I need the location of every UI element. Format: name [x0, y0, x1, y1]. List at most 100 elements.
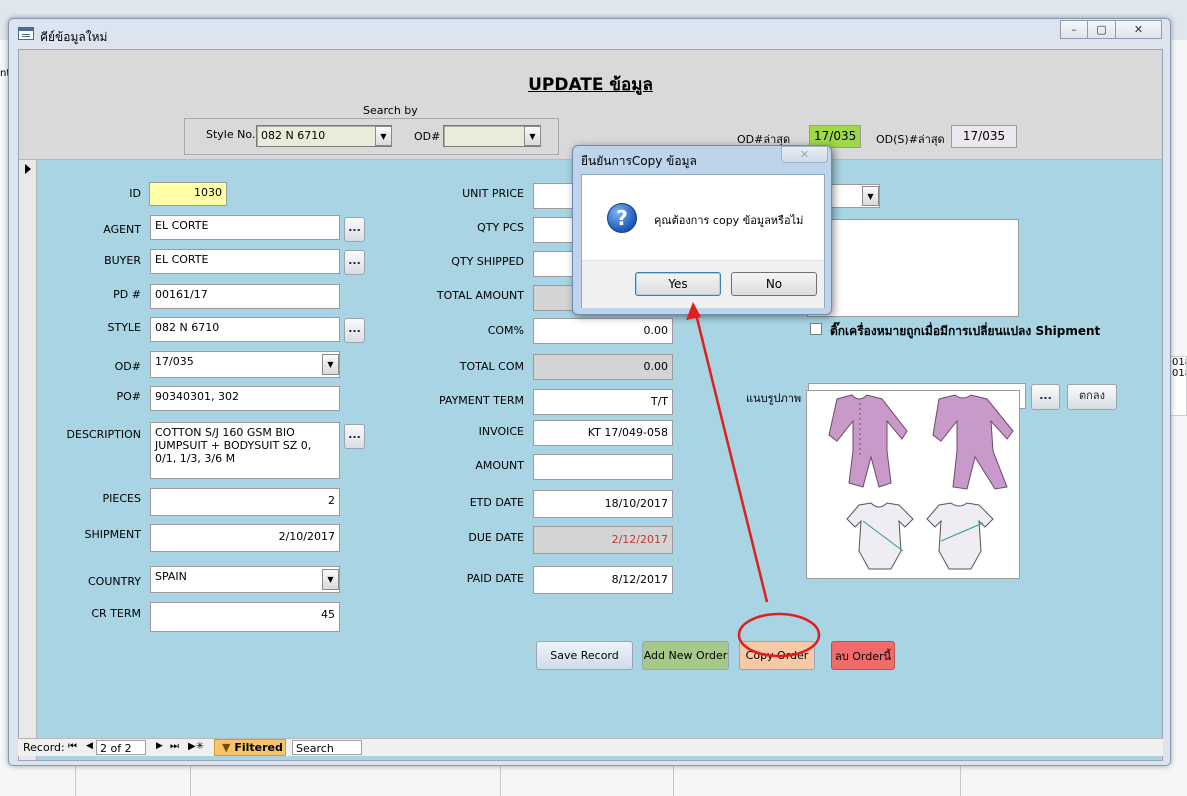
qty-pcs-label: QTY PCS: [477, 221, 524, 234]
od-combobox[interactable]: 17/035: [150, 351, 340, 378]
buyer-browse-button[interactable]: ...: [344, 250, 365, 275]
copy-order-button[interactable]: Copy Order: [739, 641, 815, 670]
description-line: 0/1, 1/3, 3/6 M: [155, 452, 236, 465]
record-label: Record:: [23, 741, 65, 754]
com-field[interactable]: 0.00: [533, 318, 673, 344]
remark-field[interactable]: [807, 219, 1019, 317]
country-value: SPAIN: [155, 570, 187, 583]
qty-shipped-label: QTY SHIPPED: [451, 255, 524, 268]
yes-button[interactable]: Yes: [635, 272, 721, 296]
record-position-field[interactable]: 2 of 2: [96, 740, 146, 755]
background-side-item: 018: [1172, 357, 1186, 368]
garment-image-graphic: [828, 394, 1014, 570]
pieces-field[interactable]: 2: [150, 488, 340, 516]
close-icon[interactable]: ✕: [1116, 20, 1162, 39]
attach-ok-button[interactable]: ตกลง: [1067, 384, 1117, 410]
description-label: DESCRIPTION: [66, 428, 141, 441]
total-amount-label: TOTAL AMOUNT: [436, 289, 524, 302]
chevron-down-icon[interactable]: ▼: [322, 569, 339, 590]
country-combobox[interactable]: SPAIN: [150, 566, 340, 593]
description-field[interactable]: COTTON S/J 160 GSM BIO JUMPSUIT + BODYSU…: [150, 422, 340, 479]
add-new-order-button[interactable]: Add New Order: [642, 641, 729, 670]
description-browse-button[interactable]: ...: [344, 424, 365, 449]
buyer-label: BUYER: [104, 254, 141, 267]
shipment-field[interactable]: 2/10/2017: [150, 524, 340, 552]
record-selector[interactable]: [19, 160, 37, 760]
chevron-down-icon[interactable]: ▼: [862, 186, 879, 206]
new-record-icon[interactable]: ▶✳: [188, 741, 204, 752]
unit-price-label: UNIT PRICE: [462, 187, 524, 200]
id-label: ID: [129, 187, 141, 200]
attach-browse-button[interactable]: ...: [1031, 384, 1060, 410]
first-record-icon[interactable]: ⏮: [68, 741, 77, 752]
chevron-down-icon[interactable]: ▼: [322, 354, 339, 375]
window-controls: – ▢ ✕: [1060, 20, 1162, 39]
background-side-item: 018: [1172, 368, 1186, 379]
paid-date-label: PAID DATE: [466, 572, 524, 585]
shipment-change-checkbox[interactable]: [810, 323, 822, 335]
minimize-icon[interactable]: –: [1060, 20, 1088, 39]
background-left-text: nt: [0, 68, 8, 79]
invoice-label: INVOICE: [478, 425, 524, 438]
chevron-down-icon[interactable]: ▼: [375, 126, 392, 146]
due-date-label: DUE DATE: [468, 531, 524, 544]
form-window: คีย์ข้อมูลใหม่ – ▢ ✕ UPDATE ข้อมูล Searc…: [8, 18, 1171, 766]
style-no-value: 082 N 6710: [261, 129, 326, 142]
maximize-icon[interactable]: ▢: [1088, 20, 1116, 39]
pd-label: PD #: [113, 288, 141, 301]
next-record-icon[interactable]: ▶: [156, 741, 163, 751]
description-line: COTTON S/J 160 GSM BIO: [155, 426, 295, 439]
com-label: COM%: [487, 324, 524, 337]
etd-date-label: ETD DATE: [469, 496, 524, 509]
agent-browse-button[interactable]: ...: [344, 217, 365, 242]
form-window-icon: [18, 27, 34, 40]
po-field[interactable]: 90340301, 302: [150, 386, 340, 411]
id-field[interactable]: 1030: [149, 182, 227, 206]
style-field[interactable]: 082 N 6710: [150, 317, 340, 342]
style-label: STYLE: [107, 321, 142, 334]
dialog-body: ? คุณต้องการ copy ข้อมูลหรือไม่ Yes No: [581, 174, 825, 308]
no-button[interactable]: No: [731, 272, 817, 296]
total-com-label: TOTAL COM: [459, 360, 524, 373]
record-navigation: Record: ⏮ ◀ 2 of 2 ▶ ⏭ ▶✳ ▼ Filtered Sea…: [18, 738, 1163, 756]
delete-order-button[interactable]: ลบ Orderนี้: [831, 641, 895, 670]
amount-field[interactable]: [533, 454, 673, 480]
pd-field[interactable]: 00161/17: [150, 284, 340, 309]
record-search-field[interactable]: Search: [292, 740, 362, 755]
style-browse-button[interactable]: ...: [344, 318, 365, 343]
agent-field[interactable]: EL CORTE: [150, 215, 340, 240]
payment-term-label: PAYMENT TERM: [438, 394, 524, 407]
total-com-field: 0.00: [533, 354, 673, 380]
country-label: COUNTRY: [88, 575, 141, 588]
paid-date-field[interactable]: 8/12/2017: [533, 566, 673, 594]
question-icon: ?: [607, 203, 637, 233]
style-no-combobox[interactable]: 082 N 6710: [256, 125, 392, 147]
save-record-button[interactable]: Save Record: [536, 641, 633, 670]
jumpsuit-back-figure: [932, 394, 1014, 490]
current-record-icon: [25, 164, 31, 174]
buyer-field[interactable]: EL CORTE: [150, 249, 340, 274]
pieces-label: PIECES: [102, 492, 141, 505]
last-record-icon[interactable]: ⏭: [170, 741, 179, 752]
chevron-down-icon[interactable]: ▼: [524, 126, 541, 146]
filtered-label: Filtered: [234, 741, 283, 754]
close-icon[interactable]: ✕: [781, 146, 828, 163]
od-value: 17/035: [155, 355, 194, 368]
ods-last-label: OD(S)#ล่าสุด: [876, 133, 945, 146]
background-side-list: 018 018: [1170, 356, 1187, 416]
invoice-field[interactable]: KT 17/049-058: [533, 420, 673, 446]
page-title: UPDATE ข้อมูล: [528, 75, 653, 95]
cr-term-label: CR TERM: [91, 607, 141, 620]
payment-term-field[interactable]: T/T: [533, 389, 673, 415]
description-line: JUMPSUIT + BODYSUIT SZ 0,: [155, 439, 312, 452]
previous-record-icon[interactable]: ◀: [86, 741, 93, 751]
dialog-footer: Yes No: [582, 260, 824, 308]
dialog-message: คุณต้องการ copy ข้อมูลหรือไม่: [654, 214, 804, 227]
cr-term-field[interactable]: 45: [150, 602, 340, 632]
jumpsuit-front-figure: [828, 394, 908, 488]
etd-date-field[interactable]: 18/10/2017: [533, 490, 673, 518]
filtered-button[interactable]: ▼ Filtered: [214, 739, 286, 756]
po-label: PO#: [116, 390, 141, 403]
dialog-title: ยืนยันการCopy ข้อมูล: [581, 154, 697, 168]
attach-image-label: แนบรูปภาพ: [746, 392, 802, 405]
